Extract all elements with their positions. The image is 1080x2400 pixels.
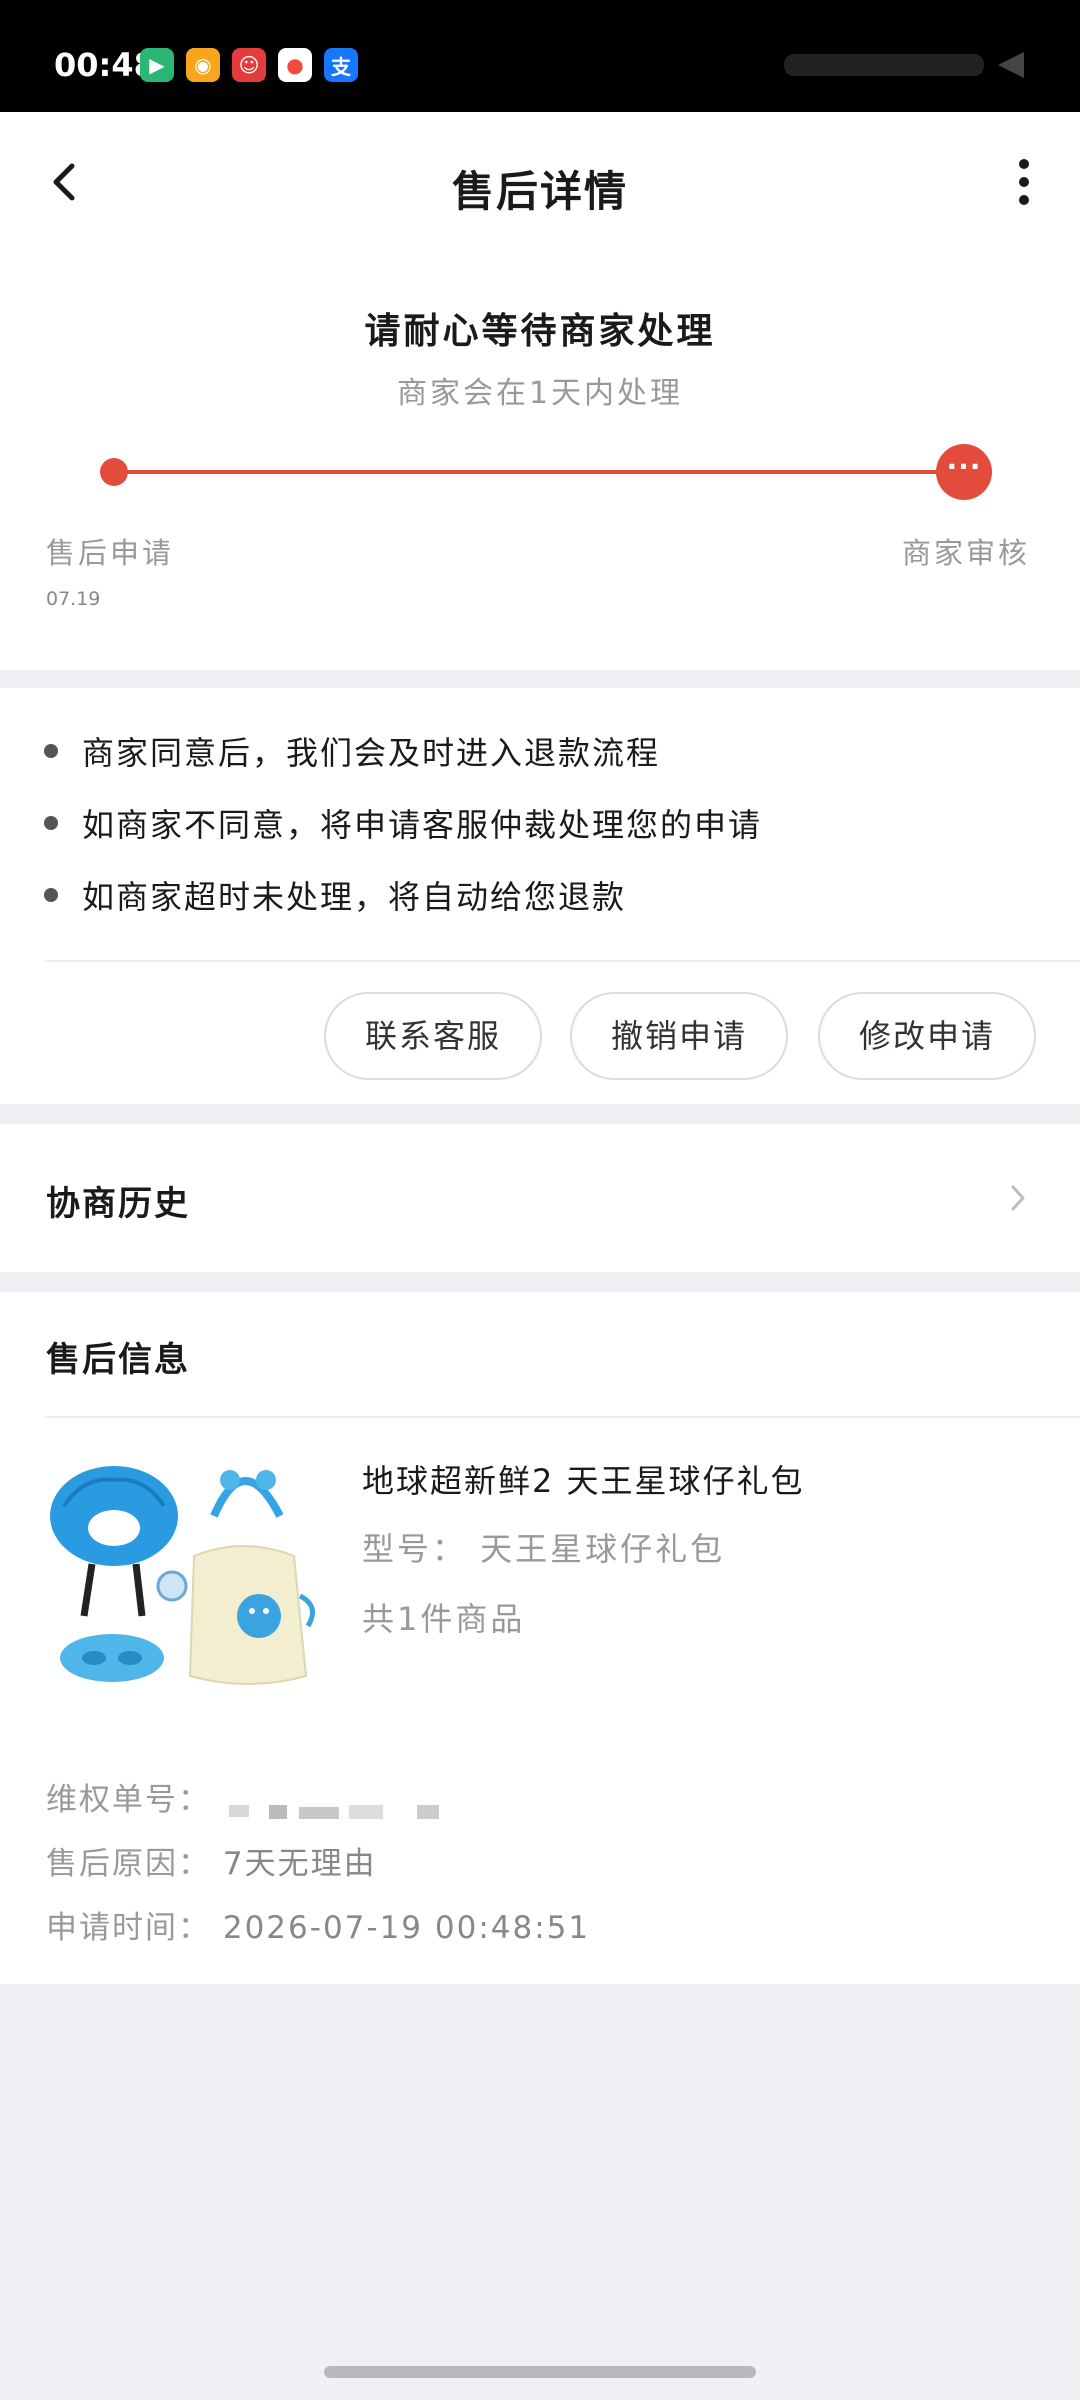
field-label: 售后原因：: [46, 1846, 211, 1882]
note-text: 商家同意后，我们会及时进入退款流程: [82, 734, 661, 772]
field-reason: 售后原因： 7天无理由: [46, 1838, 377, 1883]
top-nav-bar: 售后详情: [0, 112, 1080, 252]
page-title: 售后详情: [451, 167, 628, 216]
note-item: 如商家不同意，将申请客服仲裁处理您的申请: [44, 800, 762, 846]
status-bar: 00:48 ▶ ◉ ☺ ● 支: [0, 0, 1080, 112]
field-value: 2026-07-19 00:48:51: [222, 1910, 591, 1946]
cancel-request-button[interactable]: 撤销申请: [570, 992, 788, 1080]
negotiation-history-row[interactable]: 协商历史: [0, 1124, 1080, 1272]
note-item: 如商家超时未处理，将自动给您退款: [44, 872, 626, 918]
field-apply-time: 申请时间： 2026-07-19 00:48:51: [46, 1902, 590, 1947]
blurred-status-area: [784, 54, 984, 76]
info-title: 售后信息: [46, 1340, 190, 1380]
more-options-button[interactable]: [996, 154, 1052, 210]
notes-card: 商家同意后，我们会及时进入退款流程 如商家不同意，将申请客服仲裁处理您的申请 如…: [0, 688, 1080, 1104]
after-sales-info-card: 售后信息 地球超新鲜2 天王星球仔礼包 型号： 天王星球仔礼包 共1件商品 维权…: [0, 1292, 1080, 1984]
note-item: 商家同意后，我们会及时进入退款流程: [44, 728, 660, 774]
product-image[interactable]: [44, 1446, 332, 1696]
alipay-icon: 支: [324, 48, 358, 82]
ellipsis-icon: ···: [936, 444, 992, 500]
field-label: 申请时间：: [46, 1910, 211, 1946]
contact-service-button[interactable]: 联系客服: [324, 992, 542, 1080]
step-dot-completed: [100, 458, 128, 486]
mascot-app-icon: ☺: [232, 48, 266, 82]
step-label-apply: 售后申请: [46, 536, 175, 570]
product-count: 共1件商品: [362, 1600, 526, 1638]
progress-track: [114, 470, 964, 474]
bullet-icon: [44, 888, 58, 902]
status-title: 请耐心等待商家处理: [364, 311, 716, 352]
field-claim-number: 维权单号：: [46, 1774, 479, 1819]
divider: [44, 960, 1080, 962]
product-name[interactable]: 地球超新鲜2 天王星球仔礼包: [362, 1456, 805, 1502]
bullet-icon: [44, 816, 58, 830]
history-title: 协商历史: [46, 1184, 190, 1224]
home-indicator[interactable]: [324, 2366, 756, 2378]
note-text: 如商家不同意，将申请客服仲裁处理您的申请: [82, 806, 763, 844]
note-text: 如商家超时未处理，将自动给您退款: [82, 878, 627, 916]
product-model: 型号： 天王星球仔礼包: [362, 1530, 726, 1568]
redacted-value: [228, 1793, 479, 1819]
modify-request-button[interactable]: 修改申请: [818, 992, 1036, 1080]
field-value: 7天无理由: [222, 1846, 377, 1882]
bullet-icon: [44, 744, 58, 758]
system-status-icons: [784, 50, 1024, 80]
chevron-right-icon: [1011, 1185, 1025, 1211]
field-label: 维权单号：: [46, 1782, 211, 1818]
notification-icons: ▶ ◉ ☺ ● 支: [140, 48, 358, 82]
status-card: 请耐心等待商家处理 商家会在1天内处理 ··· 售后申请 07.19 商家审核: [0, 252, 1080, 670]
play-store-icon: ▶: [140, 48, 174, 82]
more-vertical-icon: [1019, 159, 1029, 205]
step-label-review: 商家审核: [901, 536, 1030, 570]
maps-pin-icon: ●: [278, 48, 312, 82]
divider: [44, 1416, 1080, 1418]
step-date-apply: 07.19: [46, 588, 101, 610]
status-subtitle: 商家会在1天内处理: [396, 376, 684, 411]
weibo-icon: ◉: [186, 48, 220, 82]
battery-icon: [998, 52, 1024, 78]
